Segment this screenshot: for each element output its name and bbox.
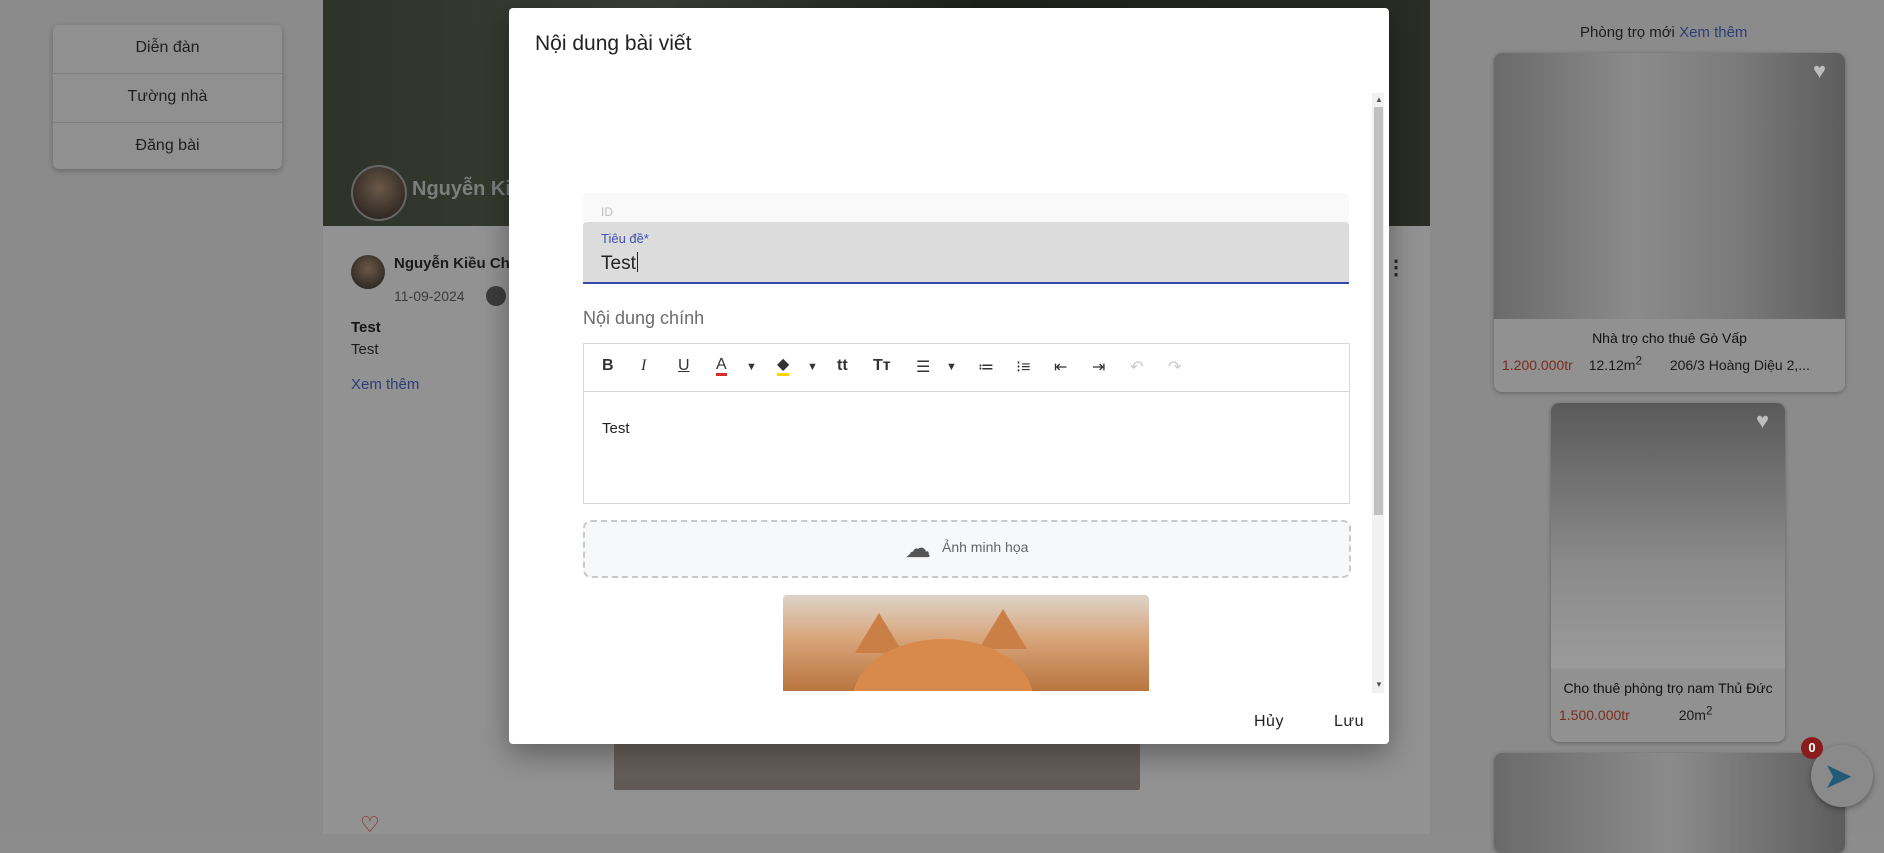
ordered-list-icon[interactable]: ≔ <box>978 357 994 377</box>
listing-card[interactable]: Cho thuê phòng trọ nam Thủ Đức 1.500.000… <box>1551 403 1785 742</box>
favorite-heart-icon[interactable]: ♥ <box>1813 58 1826 84</box>
underline-icon[interactable]: U <box>678 357 690 375</box>
listing-image <box>1551 403 1785 669</box>
more-options-icon[interactable]: ⋮ <box>1386 255 1406 280</box>
listing-meta: 1.500.000tr 20m2 <box>1559 704 1777 723</box>
uploaded-image-preview[interactable] <box>783 595 1149 691</box>
title-field-input[interactable]: Test <box>601 252 638 275</box>
post-body: Test <box>351 341 379 358</box>
image-upload-dropzone[interactable]: ☁ Ảnh minh họa <box>583 520 1351 578</box>
like-heart-icon[interactable]: ♡ <box>360 812 380 838</box>
undo-icon[interactable]: ↶ <box>1130 357 1143 377</box>
profile-name: Nguyễn Ki <box>412 178 511 200</box>
new-rooms-header: Phòng trọ mới Xem thêm <box>1580 24 1747 41</box>
indent-icon[interactable]: ⇥ <box>1092 357 1105 377</box>
listing-price: 1.200.000tr <box>1502 356 1573 373</box>
send-icon: ➤ <box>1823 755 1854 796</box>
font-color-icon[interactable]: A <box>716 357 727 376</box>
post-title: Test <box>351 319 381 336</box>
id-field-label: ID <box>601 205 613 219</box>
post-author-name[interactable]: Nguyễn Kiều Ch <box>394 255 510 272</box>
title-field[interactable]: Tiêu đề* Test <box>583 222 1349 284</box>
cloud-upload-icon: ☁ <box>905 533 931 563</box>
sidebar-item-wall[interactable]: Tường nhà <box>53 74 282 123</box>
favorite-heart-icon[interactable]: ♥ <box>1756 408 1769 434</box>
content-label: Nội dung chính <box>583 308 705 328</box>
sidebar-item-forum[interactable]: Diễn đàn <box>53 25 282 74</box>
new-rooms-title: Phòng trọ mới <box>1580 24 1675 41</box>
listing-price: 1.500.000tr <box>1559 706 1630 723</box>
edit-post-dialog: Nội dung bài viết ID 66e159ffe470725c27e… <box>509 8 1389 744</box>
listing-name: Nhà trọ cho thuê Gò Vấp <box>1592 330 1747 346</box>
cancel-button[interactable]: Hủy <box>1248 712 1290 732</box>
unordered-list-icon[interactable]: ⁝≡ <box>1016 357 1030 377</box>
sidebar-item-post[interactable]: Đăng bài <box>53 123 282 171</box>
save-button[interactable]: Lưu <box>1328 712 1370 732</box>
dialog-title: Nội dung bài viết <box>535 32 692 55</box>
font-size-icon[interactable]: Tт <box>873 357 891 375</box>
editor-toolbar: B I U A ▼ ◆ ▼ tt Tт ☰ ▼ ≔ ⁝≡ ⇤ ⇥ ↶ ↷ <box>584 344 1349 392</box>
text-caret <box>636 252 638 272</box>
globe-icon <box>486 286 506 306</box>
scroll-up-arrow-icon[interactable]: ▲ <box>1375 95 1383 104</box>
listing-meta: 1.200.000tr 12.12m2 206/3 Hoàng Diệu 2,.… <box>1502 354 1837 373</box>
highlight-icon[interactable]: ◆ <box>777 357 790 376</box>
new-rooms-see-more-link[interactable]: Xem thêm <box>1679 24 1747 41</box>
chat-badge: 0 <box>1801 737 1823 759</box>
font-size-small-icon[interactable]: tt <box>837 357 848 375</box>
post-see-more-link[interactable]: Xem thêm <box>351 376 419 393</box>
post-date: 11-09-2024 <box>394 288 465 304</box>
chevron-down-icon[interactable]: ▼ <box>746 361 757 373</box>
align-left-icon[interactable]: ☰ <box>916 357 930 377</box>
dialog-actions: Hủy Lưu <box>509 698 1389 744</box>
chevron-down-icon[interactable]: ▼ <box>807 361 818 373</box>
listing-address: 206/3 Hoàng Diệu 2,... <box>1669 356 1810 373</box>
dialog-scrollbar-thumb[interactable] <box>1374 107 1383 515</box>
listing-card[interactable] <box>1494 753 1845 853</box>
listing-card[interactable]: Nhà trọ cho thuê Gò Vấp 1.200.000tr 12.1… <box>1494 53 1845 392</box>
profile-avatar[interactable] <box>351 165 407 221</box>
listing-image <box>1494 753 1845 853</box>
title-field-label: Tiêu đề* <box>601 231 649 246</box>
scroll-down-arrow-icon[interactable]: ▼ <box>1375 680 1383 689</box>
listing-image <box>1494 53 1845 319</box>
post-author-avatar[interactable] <box>351 255 385 289</box>
upload-label: Ảnh minh họa <box>942 539 1029 555</box>
editor-content[interactable]: Test <box>602 420 630 437</box>
rich-text-editor: B I U A ▼ ◆ ▼ tt Tт ☰ ▼ ≔ ⁝≡ ⇤ ⇥ ↶ ↷ Tes… <box>583 343 1350 504</box>
chevron-down-icon[interactable]: ▼ <box>946 361 957 373</box>
italic-icon[interactable]: I <box>641 357 646 375</box>
sidebar-menu: Diễn đàn Tường nhà Đăng bài <box>53 25 282 169</box>
listing-area: 20m2 <box>1678 704 1713 723</box>
listing-name: Cho thuê phòng trọ nam Thủ Đức <box>1563 680 1773 696</box>
redo-icon[interactable]: ↷ <box>1168 357 1181 377</box>
listing-area: 12.12m2 <box>1588 354 1642 373</box>
dialog-content: ID 66e159ffe470725c27e5dec7 Tiêu đề* Tes… <box>536 91 1384 693</box>
bold-icon[interactable]: B <box>602 357 614 375</box>
outdent-icon[interactable]: ⇤ <box>1054 357 1067 377</box>
